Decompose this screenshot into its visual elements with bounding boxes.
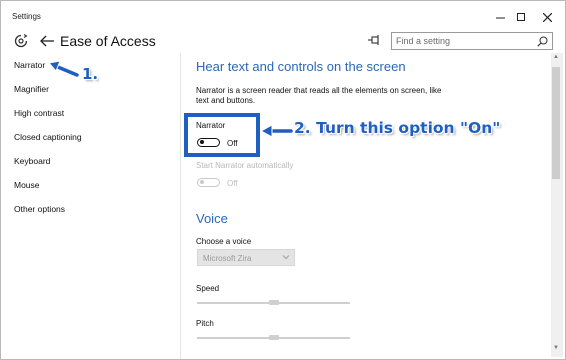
annotation-arrow-1-icon xyxy=(48,60,79,78)
pin-icon[interactable] xyxy=(367,34,381,46)
narrator-highlight-box xyxy=(184,113,260,157)
search-icon[interactable] xyxy=(537,36,548,47)
sidebar-item-narrator[interactable]: Narrator xyxy=(14,60,45,70)
close-icon xyxy=(542,12,552,22)
scrollbar-thumb[interactable] xyxy=(552,67,560,179)
choose-voice-label: Choose a voice xyxy=(196,237,252,246)
section-title-hear-text: Hear text and controls on the screen xyxy=(196,59,406,74)
window-title: Settings xyxy=(12,12,41,21)
sidebar-item-high-contrast[interactable]: High contrast xyxy=(14,108,64,118)
voice-select-value: Microsoft Zira xyxy=(203,254,252,263)
minimize-button[interactable] xyxy=(489,7,511,27)
scroll-down-icon[interactable]: ▼ xyxy=(553,345,559,351)
section-title-voice: Voice xyxy=(196,211,228,226)
sidebar-item-other-options[interactable]: Other options xyxy=(14,204,65,214)
maximize-icon xyxy=(517,13,525,21)
back-arrow-icon[interactable] xyxy=(39,34,55,48)
search-input[interactable] xyxy=(396,34,532,48)
title-bar: Settings xyxy=(1,1,565,31)
header-bar: Ease of Access xyxy=(1,31,565,51)
toggle-knob xyxy=(200,180,204,184)
sidebar-item-keyboard[interactable]: Keyboard xyxy=(14,156,50,166)
auto-start-toggle[interactable] xyxy=(197,178,220,187)
sidebar-item-closed-captioning[interactable]: Closed captioning xyxy=(14,132,82,142)
home-gear-icon[interactable] xyxy=(13,33,29,49)
annotation-step-2: 2. Turn this option "On" xyxy=(294,119,501,137)
sidebar: Narrator Magnifier High contrast Closed … xyxy=(1,53,181,359)
auto-start-label: Start Narrator automatically xyxy=(196,161,294,170)
settings-window: Settings Ease of Access Find a setting N… xyxy=(0,0,566,360)
chevron-down-icon xyxy=(282,255,290,260)
voice-select[interactable]: Microsoft Zira xyxy=(197,249,295,266)
search-box[interactable] xyxy=(391,32,553,50)
close-button[interactable] xyxy=(536,7,558,27)
speed-slider-thumb[interactable] xyxy=(268,300,279,305)
narrator-description: Narrator is a screen reader that reads a… xyxy=(196,86,442,105)
maximize-button[interactable] xyxy=(510,7,532,27)
annotation-arrow-2-icon xyxy=(259,124,293,138)
pitch-slider-thumb[interactable] xyxy=(268,335,279,340)
auto-start-toggle-state: Off xyxy=(227,179,238,188)
annotation-step-1: 1. xyxy=(82,65,99,83)
sidebar-item-mouse[interactable]: Mouse xyxy=(14,180,40,190)
page-title: Ease of Access xyxy=(60,33,156,49)
speed-label: Speed xyxy=(196,284,220,293)
sidebar-item-magnifier[interactable]: Magnifier xyxy=(14,84,49,94)
pitch-label: Pitch xyxy=(196,319,214,328)
minimize-icon xyxy=(495,17,505,18)
scroll-up-icon[interactable]: ▲ xyxy=(553,54,559,60)
